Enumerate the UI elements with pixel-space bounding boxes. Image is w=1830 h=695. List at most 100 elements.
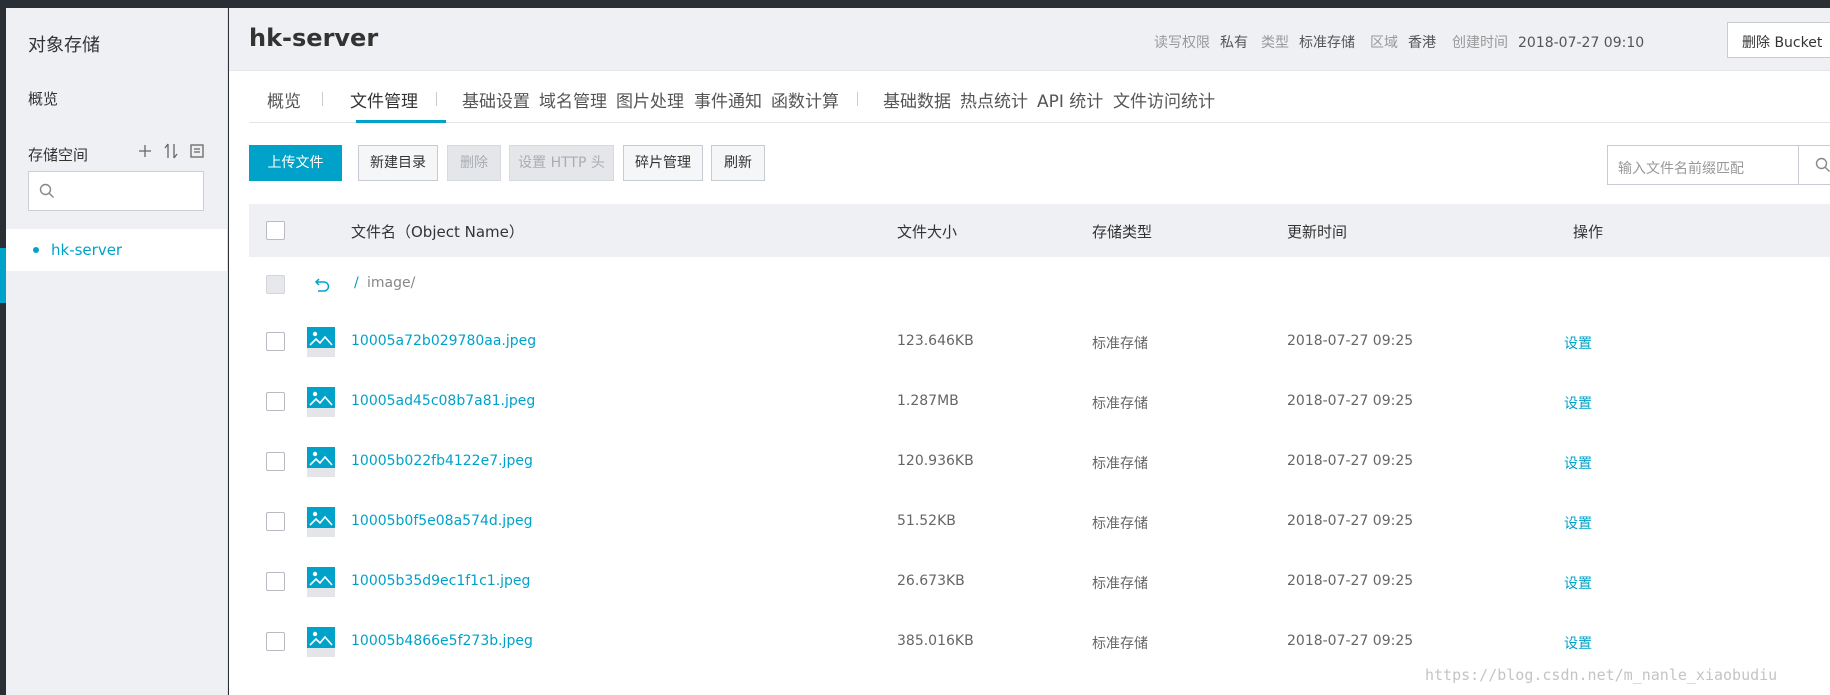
tab-basic-data[interactable]: 基础数据	[883, 87, 951, 112]
type-label: 类型	[1261, 35, 1289, 51]
back-icon[interactable]	[307, 271, 335, 301]
updated-time: 2018-07-27 09:25	[1287, 453, 1414, 469]
search-button[interactable]	[1798, 146, 1830, 184]
image-file-icon	[307, 447, 335, 477]
tab-api-stats[interactable]: API 统计	[1037, 87, 1103, 112]
prefix-search-input[interactable]: 输入文件名前缀匹配	[1607, 145, 1830, 185]
settings-link[interactable]: 设置	[1564, 453, 1592, 473]
fragment-management-button[interactable]: 碎片管理	[623, 145, 703, 181]
image-file-icon	[307, 507, 335, 537]
file-name-link[interactable]: 10005a72b029780aa.jpeg	[351, 333, 536, 349]
permission-value: 私有	[1220, 35, 1248, 51]
sidebar-item-overview[interactable]: 概览	[28, 88, 58, 109]
row-checkbox	[266, 275, 285, 294]
bucket-header: hk-server 读写权限 私有 类型 标准存储 区域 香港 创建时间 2018-07…	[229, 8, 1830, 71]
refresh-button[interactable]: 刷新	[711, 145, 765, 181]
parent-directory-row: / image/	[249, 259, 1830, 312]
storage-type: 标准存储	[1092, 516, 1148, 532]
tab-file-management[interactable]: 文件管理	[350, 87, 418, 112]
tab-bar: 概览 文件管理 基础设置 域名管理 图片处理 事件通知 函数计算 基础数据 热点…	[249, 71, 1830, 123]
tab-basic-settings[interactable]: 基础设置	[462, 87, 530, 112]
row-checkbox[interactable]	[266, 452, 285, 471]
storage-type: 标准存储	[1092, 636, 1148, 652]
tab-file-access-stats[interactable]: 文件访问统计	[1113, 87, 1215, 112]
image-file-icon	[307, 567, 335, 597]
image-file-icon	[307, 327, 335, 357]
table-row[interactable]: 10005a72b029780aa.jpeg 123.646KB 标准存储 2018-…	[249, 312, 1830, 372]
file-size: 51.52KB	[897, 513, 956, 529]
settings-link[interactable]: 设置	[1564, 633, 1592, 653]
updated-time: 2018-07-27 09:25	[1287, 633, 1414, 649]
settings-link[interactable]: 设置	[1564, 573, 1592, 593]
created-info: 创建时间 2018-07-27 09:10	[1452, 32, 1644, 52]
sort-icon[interactable]	[162, 142, 180, 160]
file-name-link[interactable]: 10005b4866e5f273b.jpeg	[351, 633, 533, 649]
region-value: 香港	[1408, 35, 1436, 51]
file-size: 123.646KB	[897, 333, 974, 349]
file-name-link[interactable]: 10005b022fb4122e7.jpeg	[351, 453, 533, 469]
image-file-icon	[307, 627, 335, 657]
search-icon	[1815, 157, 1830, 172]
tab-divider	[857, 92, 858, 106]
upload-file-button[interactable]: 上传文件	[249, 145, 342, 181]
file-name-link[interactable]: 10005ad45c08b7a81.jpeg	[351, 393, 535, 409]
col-name-header: 文件名（Object Name）	[351, 223, 524, 241]
permission-info: 读写权限 私有	[1154, 32, 1248, 52]
active-tab-underline	[356, 120, 446, 123]
table-row[interactable]: 10005b0f5e08a574d.jpeg 51.52KB 标准存储 2018-07…	[249, 492, 1830, 552]
table-row[interactable]: 10005b022fb4122e7.jpeg 120.936KB 标准存储 2018-…	[249, 432, 1830, 492]
type-value: 标准存储	[1299, 35, 1355, 51]
window-top-strip	[0, 0, 1830, 8]
sidebar-bucket-name: hk-server	[51, 241, 123, 259]
sidebar-search-input[interactable]	[28, 171, 204, 211]
delete-button[interactable]: 删除	[447, 145, 501, 181]
file-size: 385.016KB	[897, 633, 974, 649]
tab-function-compute[interactable]: 函数计算	[771, 87, 839, 112]
sidebar: 对象存储 概览 存储空间 hk-server	[6, 8, 228, 695]
bucket-dot-icon	[33, 247, 39, 253]
watermark: https://blog.csdn.net/m_nanle_xiaobudiu	[1425, 666, 1778, 684]
file-size: 26.673KB	[897, 573, 965, 589]
settings-link[interactable]: 设置	[1564, 513, 1592, 533]
type-info: 类型 标准存储	[1261, 32, 1355, 52]
add-icon[interactable]	[136, 142, 154, 160]
file-name-link[interactable]: 10005b0f5e08a574d.jpeg	[351, 513, 533, 529]
set-http-header-button[interactable]: 设置 HTTP 头	[509, 145, 614, 181]
page-title: hk-server	[249, 24, 379, 52]
select-all-checkbox[interactable]	[266, 221, 285, 240]
sidebar-storage-space-label: 存储空间	[28, 146, 89, 164]
settings-link[interactable]: 设置	[1564, 333, 1592, 353]
current-path: image/	[367, 275, 416, 291]
collapse-icon[interactable]	[188, 142, 206, 160]
sidebar-title: 对象存储	[28, 35, 100, 56]
table-row[interactable]: 10005b4866e5f273b.jpeg 385.016KB 标准存储 2018-…	[249, 612, 1830, 672]
row-checkbox[interactable]	[266, 332, 285, 351]
settings-link[interactable]: 设置	[1564, 393, 1592, 413]
image-file-icon	[307, 387, 335, 417]
tab-domain-management[interactable]: 域名管理	[539, 87, 607, 112]
table-row[interactable]: 10005ad45c08b7a81.jpeg 1.287MB 标准存储 2018-07…	[249, 372, 1830, 432]
tab-image-processing[interactable]: 图片处理	[616, 87, 684, 112]
row-checkbox[interactable]	[266, 512, 285, 531]
sidebar-item-bucket[interactable]: hk-server	[6, 229, 227, 271]
updated-time: 2018-07-27 09:25	[1287, 333, 1414, 349]
storage-type: 标准存储	[1092, 336, 1148, 352]
created-value: 2018-07-27 09:10	[1518, 35, 1645, 51]
row-checkbox[interactable]	[266, 572, 285, 591]
region-label: 区域	[1370, 35, 1398, 51]
col-actions-header: 操作	[1573, 223, 1604, 241]
tab-event-notification[interactable]: 事件通知	[694, 87, 762, 112]
tab-divider	[436, 92, 437, 106]
updated-time: 2018-07-27 09:25	[1287, 393, 1414, 409]
file-size: 120.936KB	[897, 453, 974, 469]
new-directory-button[interactable]: 新建目录	[358, 145, 438, 181]
tab-hotspot-stats[interactable]: 热点统计	[960, 87, 1028, 112]
delete-bucket-button[interactable]: 删除 Bucket	[1727, 22, 1830, 58]
table-row[interactable]: 10005b35d9ec1f1c1.jpeg 26.673KB 标准存储 2018-0…	[249, 552, 1830, 612]
row-checkbox[interactable]	[266, 392, 285, 411]
tab-divider	[322, 92, 323, 106]
file-name-link[interactable]: 10005b35d9ec1f1c1.jpeg	[351, 573, 530, 589]
region-info: 区域 香港	[1370, 32, 1436, 52]
row-checkbox[interactable]	[266, 632, 285, 651]
tab-overview[interactable]: 概览	[267, 87, 301, 112]
